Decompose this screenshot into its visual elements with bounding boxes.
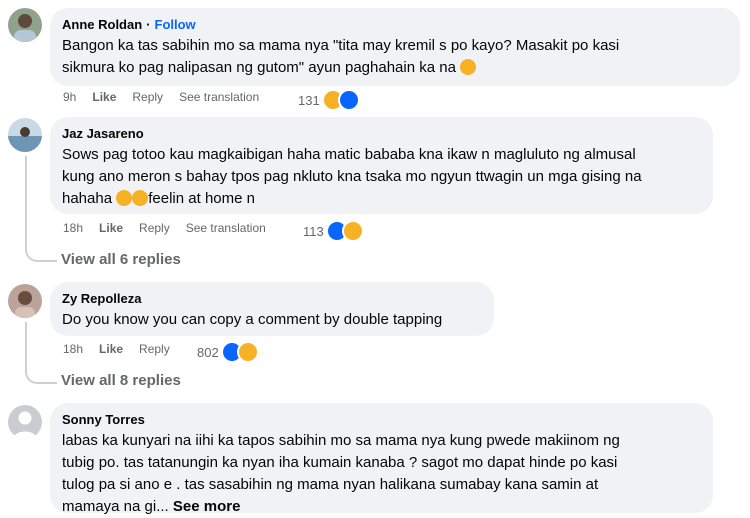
comment-author[interactable]: Zy Repolleza	[62, 290, 141, 308]
laughing-emoji-icon	[132, 190, 149, 206]
reply-button[interactable]: Reply	[132, 90, 163, 104]
avatar-image	[8, 118, 42, 152]
reply-thread-connector	[25, 236, 57, 262]
avatar-image	[8, 8, 42, 42]
comment-text: Bangon ka tas sabihin mo sa mama nya "ti…	[62, 37, 620, 76]
reply-button[interactable]: Reply	[139, 342, 170, 356]
see-translation-link[interactable]: See translation	[186, 221, 266, 235]
reaction-summary[interactable]: 131	[298, 89, 360, 111]
comment-author[interactable]: Jaz Jasareno	[62, 125, 144, 143]
reaction-summary[interactable]: 113	[303, 220, 364, 242]
reply-button[interactable]: Reply	[139, 221, 170, 235]
comment-bubble[interactable]: Zy Repolleza Do you know you can copy a …	[50, 282, 494, 336]
like-button[interactable]: Like	[92, 90, 116, 104]
avatar-jaz-jasareno[interactable]	[8, 118, 42, 152]
comment-time[interactable]: 18h	[63, 221, 83, 235]
avatar-sonny-torres[interactable]	[8, 405, 42, 439]
comment-time[interactable]: 9h	[63, 90, 76, 104]
comment-text: Sows pag totoo kau magkaibigan haha mati…	[62, 146, 642, 207]
comment-text: labas ka kunyari na iihi ka tapos sabihi…	[62, 432, 620, 515]
default-avatar-icon	[8, 405, 42, 439]
reaction-count: 113	[303, 223, 324, 239]
like-button[interactable]: Like	[99, 342, 123, 356]
comment-actions: 18h Like Reply	[63, 342, 186, 356]
see-more-link[interactable]: See more	[173, 498, 241, 515]
comment-author[interactable]: Sonny Torres	[62, 411, 145, 429]
see-translation-link[interactable]: See translation	[179, 90, 259, 104]
follow-button[interactable]: Follow	[155, 16, 196, 34]
comment-bubble[interactable]: Jaz Jasareno Sows pag totoo kau magkaibi…	[50, 117, 713, 214]
laughing-emoji-icon	[341, 220, 364, 242]
reaction-count: 802	[197, 344, 219, 360]
reaction-summary[interactable]: 802	[197, 341, 259, 363]
comment-bubble[interactable]: Sonny Torres labas ka kunyari na iihi ka…	[50, 403, 713, 515]
avatar-zy-repolleza[interactable]	[8, 284, 42, 318]
laughing-emoji-icon	[236, 341, 259, 363]
reply-thread-line	[25, 322, 27, 362]
like-button[interactable]: Like	[99, 221, 123, 235]
comment-author[interactable]: Anne Roldan	[62, 16, 142, 34]
laughing-emoji-icon	[460, 59, 477, 75]
laughing-emoji-icon	[116, 190, 133, 206]
view-replies-link[interactable]: View all 8 replies	[61, 372, 181, 389]
comment-text: Do you know you can copy a comment by do…	[62, 311, 443, 328]
avatar-image	[8, 284, 42, 318]
view-replies-link[interactable]: View all 6 replies	[61, 251, 181, 268]
comment-time[interactable]: 18h	[63, 342, 83, 356]
comment-actions: 9h Like Reply See translation	[63, 90, 275, 104]
reply-thread-connector	[25, 358, 57, 384]
avatar-anne-roldan[interactable]	[8, 8, 42, 42]
reply-thread-line	[25, 156, 27, 241]
comment-actions: 18h Like Reply See translation	[63, 221, 282, 235]
separator-dot: ·	[146, 17, 151, 32]
comment-bubble[interactable]: Anne Roldan · Follow Bangon ka tas sabih…	[50, 8, 740, 86]
like-reaction-icon	[337, 89, 360, 111]
reaction-count: 131	[298, 92, 320, 108]
